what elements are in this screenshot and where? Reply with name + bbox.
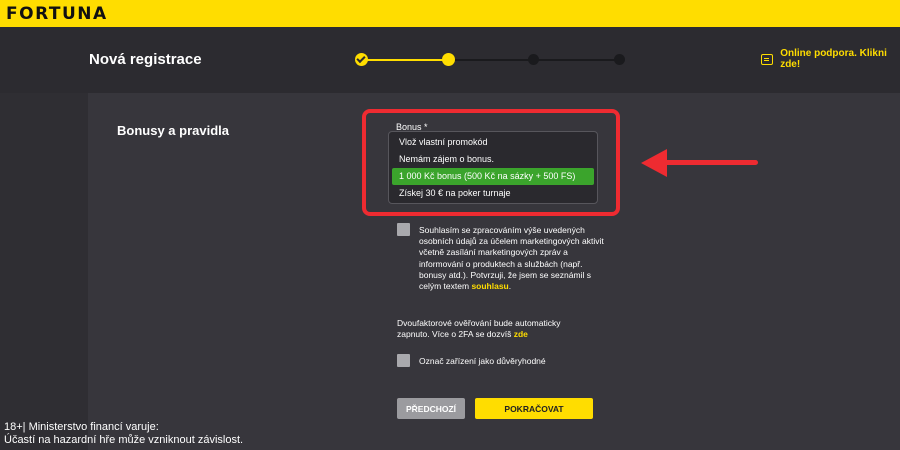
support-link-text[interactable]: Online podpora. Klikni zde!: [780, 48, 900, 70]
annotation-highlight-box: [362, 109, 620, 216]
fortuna-logo[interactable]: FORTUNA: [6, 4, 108, 24]
twofa-link[interactable]: zde: [514, 329, 528, 339]
consent-link[interactable]: souhlasu: [471, 281, 508, 291]
registration-stepper: [355, 53, 625, 67]
step-3: [528, 54, 539, 65]
disclaimer-line-2: Účastí na hazardní hře může vzniknout zá…: [4, 434, 244, 446]
trusted-device-checkbox[interactable]: [397, 354, 410, 367]
trusted-device-label: Označ zařízení jako důvěryhodné: [419, 356, 546, 366]
twofa-info-text: Dvoufaktorové ověřování bude automaticky…: [397, 318, 561, 340]
step-4: [614, 54, 625, 65]
section-title: Bonusy a pravidla: [117, 123, 229, 138]
step-1-completed: [355, 53, 368, 66]
arrow-left-icon: [641, 149, 667, 177]
page-title: Nová registrace: [89, 51, 202, 68]
step-connector: [361, 59, 449, 61]
gambling-disclaimer: 18+| Ministerstvo financí varuje: Účastí…: [4, 421, 243, 447]
disclaimer-line-1: 18+| Ministerstvo financí varuje:: [4, 421, 159, 433]
marketing-consent-text: Souhlasím se zpracováním výše uvedených …: [419, 225, 604, 292]
continue-button[interactable]: POKRAČOVAT: [475, 398, 593, 419]
step-2-current: [442, 53, 455, 66]
chat-icon: [761, 53, 774, 65]
online-support-link[interactable]: Online podpora. Klikni zde!: [761, 48, 900, 70]
marketing-consent-checkbox[interactable]: [397, 223, 410, 236]
previous-button[interactable]: PŘEDCHOZÍ: [397, 398, 465, 419]
top-bar: FORTUNA: [0, 0, 900, 27]
annotation-arrow-shaft: [660, 160, 758, 165]
check-icon: [356, 53, 366, 64]
